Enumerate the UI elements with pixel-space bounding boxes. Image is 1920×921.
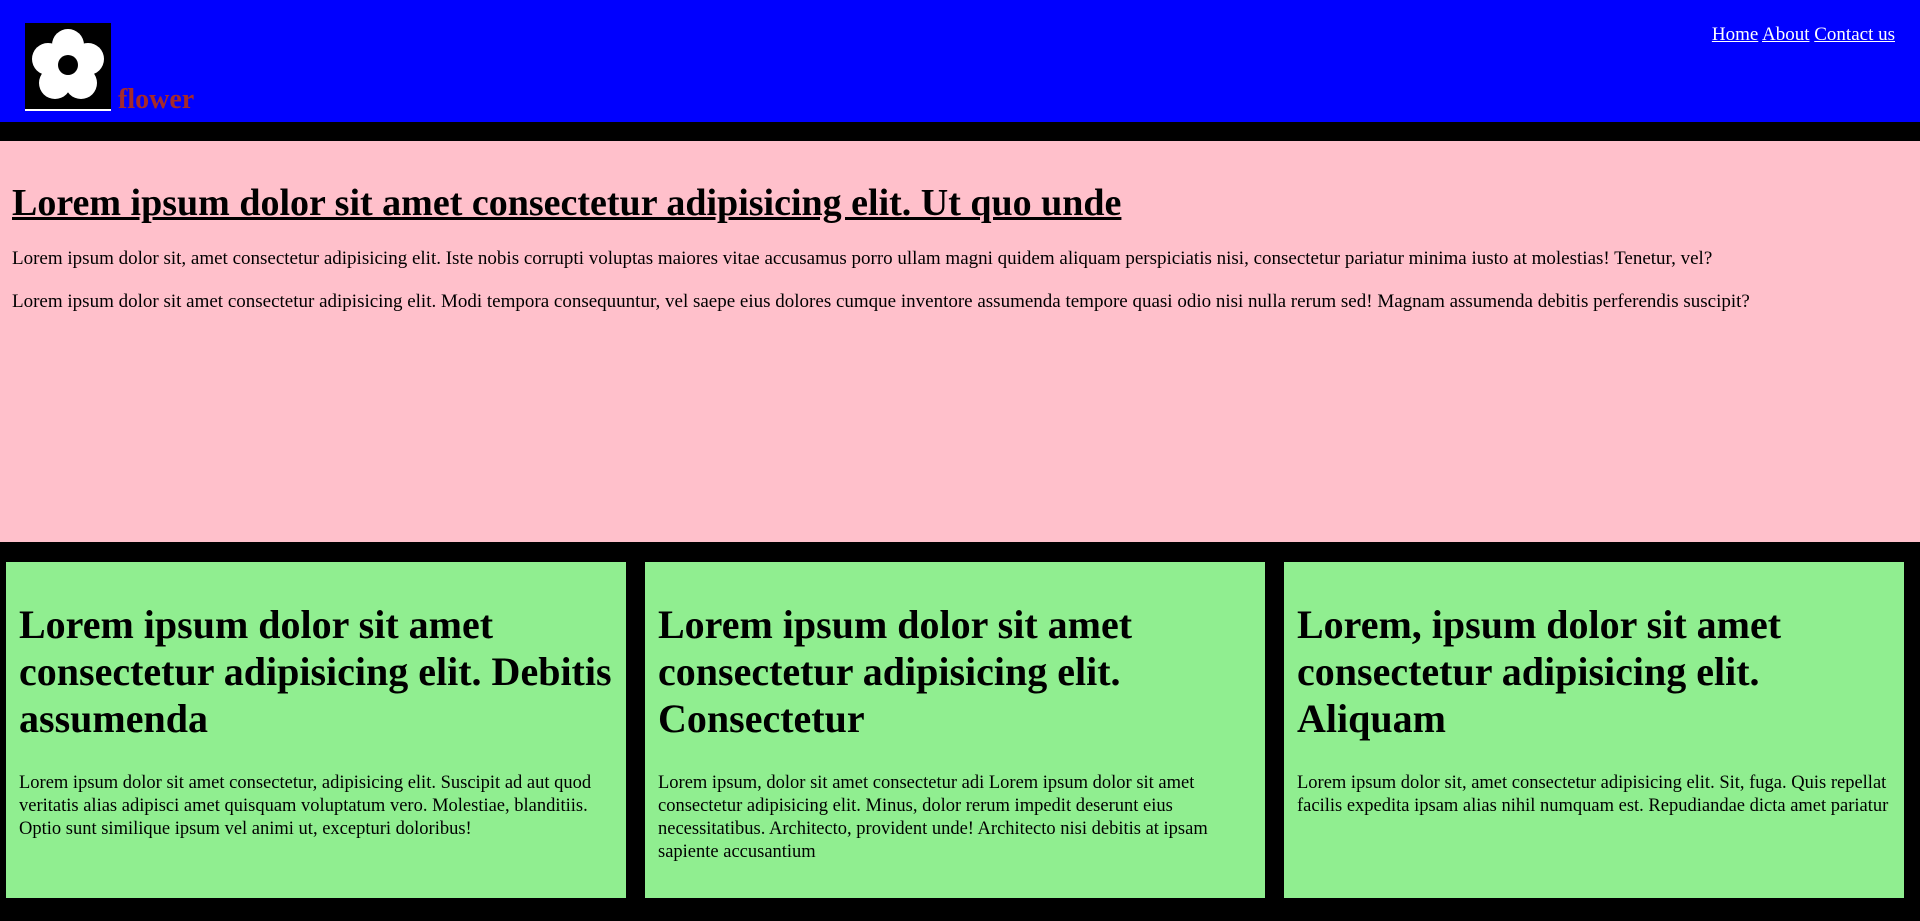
- card-title: Lorem ipsum dolor sit amet consectetur a…: [19, 602, 612, 741]
- feature-card-2: Lorem ipsum dolor sit amet consectetur a…: [645, 562, 1265, 898]
- feature-card-1: Lorem ipsum dolor sit amet consectetur a…: [6, 562, 626, 898]
- hero-title: Lorem ipsum dolor sit amet consectetur a…: [12, 182, 1122, 224]
- card-text: Lorem ipsum dolor sit, amet consectetur …: [1297, 773, 1889, 816]
- nav-home-link[interactable]: Home: [1712, 24, 1758, 45]
- card-title: Lorem, ipsum dolor sit amet consectetur …: [1297, 602, 1782, 741]
- feature-card-3: Lorem, ipsum dolor sit amet consectetur …: [1284, 562, 1904, 898]
- card-title: Lorem ipsum dolor sit amet consectetur a…: [658, 602, 1133, 741]
- flower-icon: [25, 23, 111, 109]
- hero-section: Lorem ipsum dolor sit amet consectetur a…: [0, 141, 1920, 542]
- hero-paragraph-2: Lorem ipsum dolor sit amet consectetur a…: [12, 291, 1750, 312]
- nav-about-link[interactable]: About: [1762, 24, 1810, 45]
- card-text: Lorem ipsum, dolor sit amet consectetur …: [658, 773, 1208, 862]
- nav-contact-link[interactable]: Contact us: [1814, 24, 1895, 45]
- brand-name: flower: [118, 84, 195, 115]
- card-text: Lorem ipsum dolor sit amet consectetur, …: [19, 773, 592, 839]
- site-header: flower Home About Contact us: [0, 0, 1920, 122]
- hero-paragraph-1: Lorem ipsum dolor sit, amet consectetur …: [12, 248, 1713, 269]
- logo-link[interactable]: [25, 23, 111, 111]
- main-nav: Home About Contact us: [1712, 23, 1895, 47]
